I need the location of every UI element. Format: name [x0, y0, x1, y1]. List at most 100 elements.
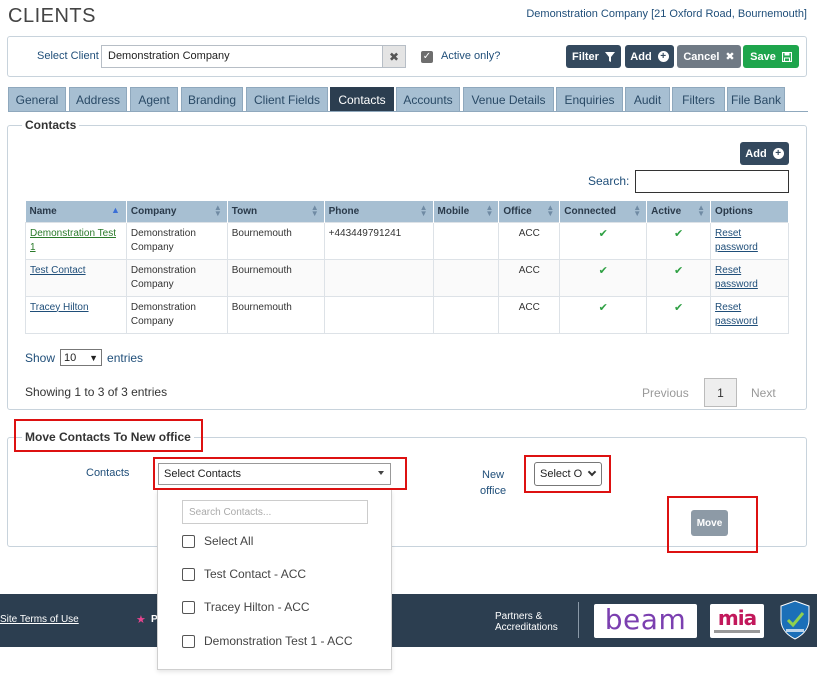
entries-select[interactable]: 10 ▼	[60, 349, 103, 366]
contact-town: Bournemouth	[226, 258, 325, 297]
cancel-label: Cancel	[683, 50, 720, 63]
dropdown-checkbox[interactable]	[182, 634, 195, 648]
search-label: Search:	[588, 174, 630, 188]
contact-phone	[323, 295, 434, 334]
contact-mobile	[432, 295, 500, 334]
add-contact-button[interactable]: Add +	[740, 142, 789, 165]
tab-branding[interactable]: Branding	[181, 87, 243, 112]
contact-name-link[interactable]: Test Contact	[30, 265, 86, 276]
table-header-row: Name ▲ Company ▲ ▼ Town ▲ ▼ Phone ▲ ▼ Mobile ▲ ▼ …	[25, 201, 789, 222]
sort-icon: ▲ ▼	[419, 203, 428, 218]
contact-office: ACC	[498, 295, 561, 334]
tab-general[interactable]: General	[8, 87, 66, 112]
add-client-button[interactable]: Add +	[625, 45, 674, 68]
tab-file-bank[interactable]: File Bank	[727, 87, 785, 112]
tab-contacts[interactable]: Contacts	[330, 87, 394, 112]
highlight-box-legend	[14, 419, 203, 452]
sort-icon: ▲ ▼	[633, 203, 642, 218]
contact-office: ACC	[498, 258, 561, 297]
dropdown-item[interactable]: Test Contact - ACC	[182, 567, 306, 581]
site-footer: Site Terms of Use ★ P Partners & Accredi…	[0, 594, 817, 647]
show-label: Show	[25, 350, 56, 365]
contact-town: Bournemouth	[226, 221, 325, 260]
plus-circle-icon: +	[657, 51, 669, 62]
reset-password-link[interactable]: Reset password	[715, 228, 758, 253]
contact-name-link[interactable]: Tracey Hilton	[30, 302, 89, 313]
column-header-options: Options	[710, 201, 789, 222]
sort-ascending-icon: ▲	[110, 205, 120, 215]
contacts-dropdown-menu: Search Contacts... Select All Test Conta…	[157, 490, 392, 670]
tab-address[interactable]: Address	[69, 87, 127, 112]
clients-page: CLIENTS Demonstration Company [21 Oxford…	[0, 0, 817, 677]
check-icon: ✔	[598, 264, 608, 277]
active-only-label: Active only?	[441, 50, 501, 62]
previous-page-button[interactable]: Previous	[642, 386, 689, 400]
contacts-search-input[interactable]	[635, 170, 789, 193]
contact-company: Demonstration Company	[125, 295, 228, 334]
tab-venue-details[interactable]: Venue Details	[463, 87, 554, 112]
contact-name-link[interactable]: Demonstration Test 1	[30, 228, 116, 253]
contact-town: Bournemouth	[226, 295, 325, 334]
active-only-checkbox[interactable]: ✓	[421, 51, 433, 63]
column-header-town[interactable]: Town ▲ ▼	[227, 201, 325, 222]
client-select-bar: Select Client Demonstration Company ✖ ✓ …	[7, 36, 807, 77]
tab-client-fields[interactable]: Client Fields	[246, 87, 328, 112]
add-client-label: Add	[630, 50, 652, 63]
sort-icon: ▲ ▼	[697, 203, 706, 218]
reset-password-link[interactable]: Reset password	[715, 302, 758, 327]
column-header-phone[interactable]: Phone ▲ ▼	[324, 201, 434, 222]
page-1-button[interactable]: 1	[704, 378, 737, 407]
column-header-mobile[interactable]: Mobile ▲ ▼	[433, 201, 500, 222]
table-info: Showing 1 to 3 of 3 entries	[25, 385, 168, 399]
new-office-label: New office	[480, 469, 507, 497]
table-row: Demonstration Test 1 Demonstration Compa…	[25, 221, 789, 260]
check-icon: ✔	[598, 301, 608, 314]
save-button[interactable]: Save	[743, 45, 799, 68]
column-header-office[interactable]: Office ▲ ▼	[498, 201, 561, 222]
column-header-active[interactable]: Active ▲ ▼	[646, 201, 712, 222]
tab-audit[interactable]: Audit	[625, 87, 670, 112]
close-icon: ✖	[725, 51, 735, 63]
dropdown-item[interactable]: Demonstration Test 1 - ACC	[182, 634, 353, 648]
clear-client-button[interactable]: ✖	[383, 45, 406, 68]
reset-password-link[interactable]: Reset password	[715, 265, 758, 290]
company-header[interactable]: Demonstration Company [21 Oxford Road, B…	[526, 8, 807, 20]
next-page-button[interactable]: Next	[751, 386, 776, 400]
check-icon: ✔	[673, 227, 684, 240]
check-icon: ✔	[673, 264, 684, 277]
dropdown-item-select-all[interactable]: Select All	[182, 534, 253, 548]
mia-logo: mia	[710, 604, 764, 638]
floppy-disk-icon	[781, 51, 792, 62]
tab-accounts[interactable]: Accounts	[396, 87, 460, 112]
contact-company: Demonstration Company	[125, 258, 228, 297]
save-label: Save	[750, 50, 776, 63]
partners-label: Partners & Accreditations	[495, 611, 558, 633]
site-terms-link[interactable]: Site Terms of Use	[0, 614, 79, 625]
contact-mobile	[432, 258, 500, 297]
tab-enquiries[interactable]: Enquiries	[556, 87, 623, 112]
dropdown-checkbox[interactable]	[182, 567, 195, 581]
contacts-table: Name ▲ Company ▲ ▼ Town ▲ ▼ Phone ▲ ▼ Mobile ▲ ▼ …	[25, 201, 789, 334]
tab-agent[interactable]: Agent	[130, 87, 178, 112]
highlight-box-move-button	[667, 496, 758, 553]
filter-button[interactable]: Filter	[566, 45, 621, 68]
sort-icon: ▲ ▼	[546, 203, 555, 218]
plus-circle-icon: +	[772, 148, 784, 159]
column-header-name[interactable]: Name ▲	[25, 201, 127, 222]
dropdown-search-input[interactable]: Search Contacts...	[182, 500, 368, 524]
column-header-connected[interactable]: Connected ▲ ▼	[559, 201, 648, 222]
dropdown-item[interactable]: Tracey Hilton - ACC	[182, 600, 310, 614]
column-header-company[interactable]: Company ▲ ▼	[126, 201, 228, 222]
star-icon: ★	[136, 614, 146, 626]
contact-phone	[323, 258, 434, 297]
table-row: Test Contact Demonstration Company Bourn…	[25, 258, 789, 297]
cancel-button[interactable]: Cancel ✖	[677, 45, 741, 68]
contact-mobile	[432, 221, 500, 260]
dropdown-checkbox[interactable]	[182, 534, 195, 548]
move-contacts-label: Contacts	[86, 467, 130, 479]
tab-filters[interactable]: Filters	[672, 87, 725, 112]
client-select-input[interactable]: Demonstration Company	[101, 45, 383, 68]
footer-divider	[578, 602, 579, 638]
dropdown-checkbox[interactable]	[182, 600, 195, 614]
sort-icon: ▲ ▼	[213, 203, 222, 218]
